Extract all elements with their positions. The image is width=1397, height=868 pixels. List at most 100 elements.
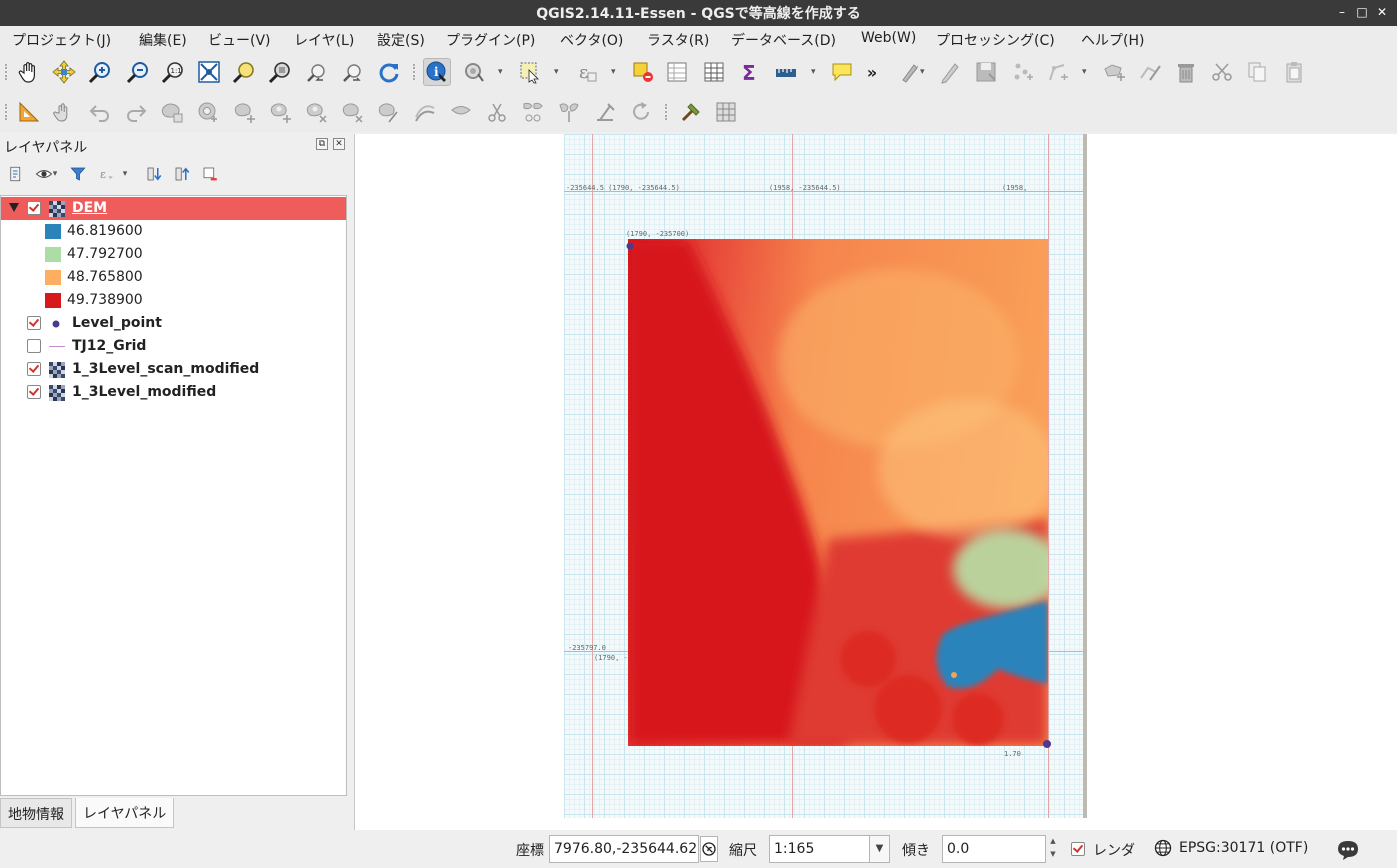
delete-selected-icon[interactable] xyxy=(1172,58,1200,86)
delete-ring-icon[interactable] xyxy=(303,98,331,126)
save-edits-icon[interactable] xyxy=(972,58,1000,86)
add-point-feature-icon[interactable] xyxy=(1008,58,1036,86)
identify-icon[interactable]: i xyxy=(423,58,451,86)
menu-vector[interactable]: ベクタ(O) xyxy=(560,30,623,50)
reshape-features-icon[interactable] xyxy=(375,98,403,126)
extents-toggle-icon[interactable] xyxy=(700,836,718,862)
menu-settings[interactable]: 設定(S) xyxy=(377,30,425,50)
layer-row-scan-modified[interactable]: 1_3Level_scan_modified xyxy=(1,358,346,381)
layer-visibility-checkbox[interactable] xyxy=(27,385,41,399)
dropdown-arrow-icon[interactable]: ▾ xyxy=(920,68,928,77)
menu-project[interactable]: プロジェクト(J) xyxy=(12,30,111,50)
simplify-feature-icon[interactable] xyxy=(158,98,186,126)
node-tool-icon[interactable] xyxy=(1136,58,1164,86)
menu-view[interactable]: ビュー(V) xyxy=(208,30,271,50)
menu-web[interactable]: Web(W) xyxy=(861,30,916,46)
menu-layer[interactable]: レイヤ(L) xyxy=(294,30,354,50)
menu-processing[interactable]: プロセッシング(C) xyxy=(936,30,1055,50)
dropdown-arrow-icon[interactable]: ▾ xyxy=(498,68,506,77)
menu-help[interactable]: ヘルプ(H) xyxy=(1081,30,1144,50)
style-manager-icon[interactable] xyxy=(6,164,26,184)
run-feature-action-icon[interactable] xyxy=(460,58,488,86)
minimize-button[interactable]: – xyxy=(1333,3,1351,21)
rotate-feature-icon[interactable] xyxy=(627,98,655,126)
delete-part-icon[interactable] xyxy=(339,98,367,126)
field-calculator-icon[interactable] xyxy=(700,58,728,86)
globe-crs-icon[interactable] xyxy=(1152,836,1174,860)
zoom-to-selection-icon[interactable] xyxy=(230,58,258,86)
split-features-icon[interactable] xyxy=(447,98,475,126)
menu-raster[interactable]: ラスタ(R) xyxy=(647,30,709,50)
spin-arrows-icon[interactable]: ▲ ▼ xyxy=(1046,835,1060,863)
layer-visibility-checkbox[interactable] xyxy=(27,316,41,330)
messages-icon[interactable] xyxy=(1334,836,1362,864)
close-panel-button[interactable]: ✕ xyxy=(333,138,345,150)
undo-icon[interactable] xyxy=(86,98,114,126)
select-by-expression-icon[interactable]: ε xyxy=(573,58,601,86)
merge-selected-icon[interactable] xyxy=(519,98,547,126)
map-canvas[interactable]: -235644.5 (1790, -235644.5) (1958, -2356… xyxy=(354,134,1397,830)
chevron-down-icon[interactable]: ▼ xyxy=(870,835,890,863)
rotation-spinbox[interactable]: 0.0 xyxy=(942,835,1046,863)
statistics-sigma-icon[interactable]: Σ xyxy=(735,58,763,86)
dropdown-arrow-icon[interactable]: ▾ xyxy=(1082,68,1090,77)
toolbar-overflow-button[interactable]: » xyxy=(858,58,886,86)
tab-layers[interactable]: レイヤパネル xyxy=(75,798,175,828)
scale-combobox[interactable]: 1:165 xyxy=(769,835,870,863)
dropdown-arrow-icon[interactable]: ▾ xyxy=(811,68,819,77)
georeferencer-tools-icon[interactable] xyxy=(677,98,705,126)
zoom-out-icon[interactable] xyxy=(124,58,152,86)
offset-curve-icon[interactable] xyxy=(411,98,439,126)
measure-line-icon[interactable] xyxy=(772,58,800,86)
toolbar-grip[interactable] xyxy=(413,64,416,80)
float-panel-button[interactable]: ⧉ xyxy=(316,138,328,150)
map-tips-icon[interactable] xyxy=(828,58,856,86)
zoom-full-icon[interactable] xyxy=(195,58,223,86)
layer-visibility-checkbox[interactable] xyxy=(27,362,41,376)
add-line-feature-icon[interactable] xyxy=(1044,58,1072,86)
layer-row-dem[interactable]: DEM xyxy=(1,197,346,220)
collapse-all-icon[interactable] xyxy=(172,164,192,184)
deselect-all-icon[interactable] xyxy=(629,58,657,86)
menu-edit[interactable]: 編集(E) xyxy=(139,30,187,50)
coordinate-field[interactable]: 7976.80,-235644.62 xyxy=(549,835,699,863)
select-features-icon[interactable] xyxy=(516,58,544,86)
raster-calculator-icon[interactable] xyxy=(712,98,740,126)
maximize-button[interactable]: □ xyxy=(1353,3,1371,21)
toolbar-grip[interactable] xyxy=(5,104,8,120)
layer-row-level-modified[interactable]: 1_3Level_modified xyxy=(1,381,346,404)
attribute-table-icon[interactable] xyxy=(663,58,691,86)
cad-ruler-icon[interactable] xyxy=(15,98,43,126)
split-parts-icon[interactable] xyxy=(483,98,511,126)
toolbar-grip[interactable] xyxy=(665,104,668,120)
merge-attributes-icon[interactable] xyxy=(555,98,583,126)
add-ring-icon[interactable] xyxy=(194,98,222,126)
menu-database[interactable]: データベース(D) xyxy=(731,30,836,50)
menu-plugins[interactable]: プラグイン(P) xyxy=(446,30,535,50)
pan-hand-icon[interactable] xyxy=(15,58,43,86)
redo-icon[interactable] xyxy=(122,98,150,126)
dropdown-arrow-icon[interactable]: ▾ xyxy=(611,68,619,77)
copy-features-icon[interactable] xyxy=(1243,58,1271,86)
zoom-last-icon[interactable] xyxy=(303,58,331,86)
filter-legend-icon[interactable] xyxy=(68,164,88,184)
zoom-to-layer-icon[interactable] xyxy=(266,58,294,86)
zoom-in-icon[interactable] xyxy=(86,58,114,86)
remove-layer-icon[interactable] xyxy=(200,164,220,184)
layer-visibility-checkbox[interactable] xyxy=(27,201,41,215)
close-window-button[interactable]: ✕ xyxy=(1373,3,1391,21)
tab-identify[interactable]: 地物情報 xyxy=(0,798,72,828)
filter-by-expression-icon[interactable]: ε xyxy=(96,164,116,184)
render-checkbox[interactable] xyxy=(1071,842,1085,856)
refresh-icon[interactable] xyxy=(375,58,403,86)
add-part-icon[interactable] xyxy=(231,98,259,126)
layer-row-tj12-grid[interactable]: TJ12_Grid xyxy=(1,335,346,358)
zoom-next-icon[interactable] xyxy=(339,58,367,86)
paste-features-icon[interactable] xyxy=(1280,58,1308,86)
dropdown-arrow-icon[interactable]: ▾ xyxy=(50,164,60,184)
fill-ring-icon[interactable] xyxy=(267,98,295,126)
cut-features-icon[interactable] xyxy=(1208,58,1236,86)
zoom-native-resolution-icon[interactable]: 1:1 xyxy=(159,58,187,86)
dropdown-arrow-icon[interactable]: ▾ xyxy=(554,68,562,77)
pan-to-selection-icon[interactable] xyxy=(50,58,78,86)
